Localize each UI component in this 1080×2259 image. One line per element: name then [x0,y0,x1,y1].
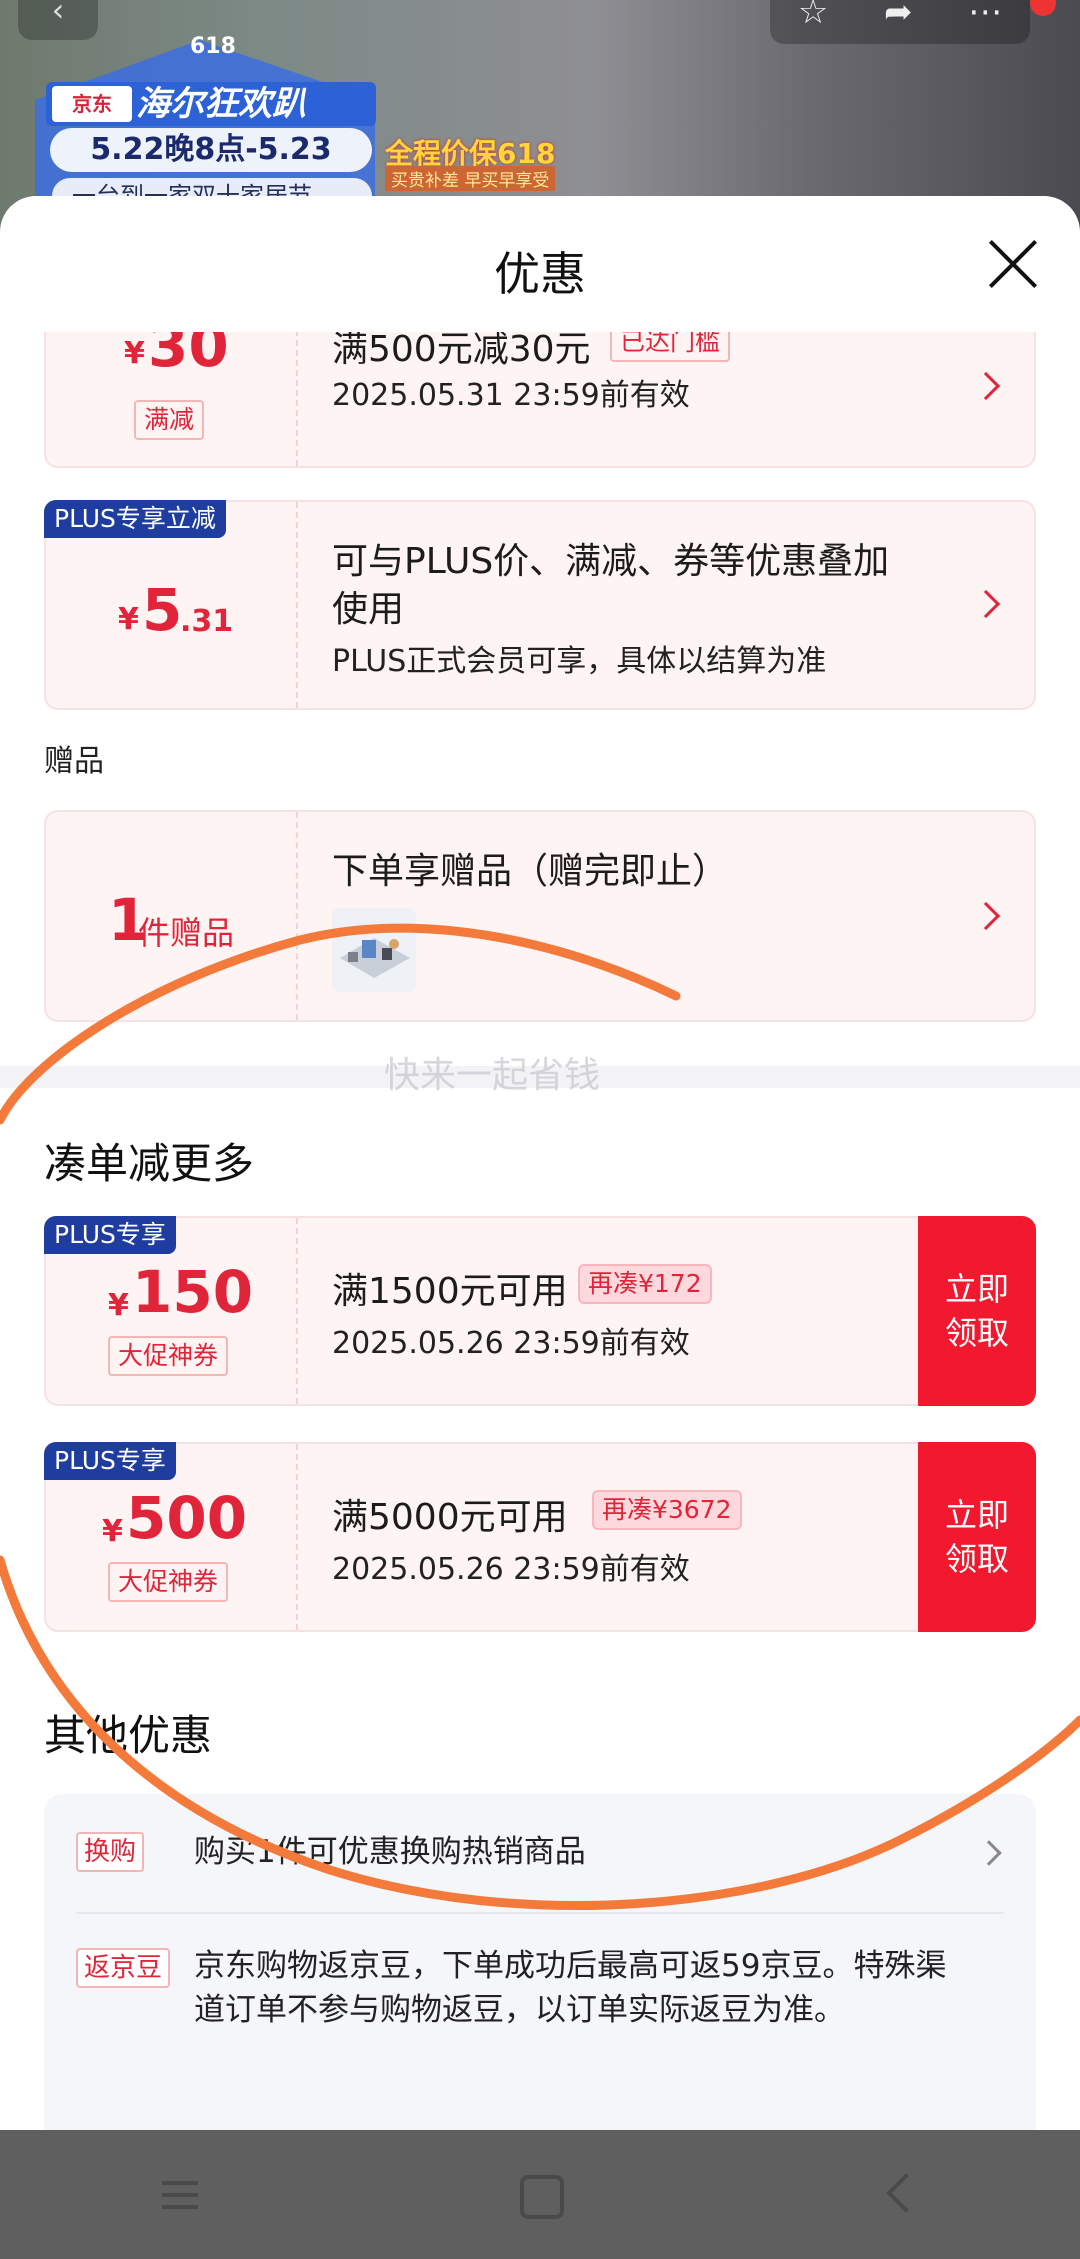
star-icon[interactable]: ☆ [798,0,828,32]
coupon-validity: 2025.05.26 23:59前有效 [332,1552,690,1587]
threshold-reached-tag: 已达门槛 [610,332,731,362]
price-protect-sub: 买贵补差 早买早享受 [385,166,556,191]
discount-sheet: 优惠 ¥ 30 满减 满500元减30元 已达门槛 2025.05.31 23:… [0,196,1080,2130]
trade-in-text: 购买1件可优惠换购热销商品 [194,1834,586,1870]
amount-symbol: ¥ [118,602,139,637]
more-icon[interactable]: ⋯ [968,0,1002,32]
jd-beans-tag: 返京豆 [76,1948,171,1988]
header-actions: ☆ ➦ ⋯ [770,0,1030,44]
coupon-validity: 2025.05.26 23:59前有效 [332,1326,690,1361]
trade-in-row[interactable]: 换购 购买1件可优惠换购热销商品 [76,1830,1004,1890]
home-icon[interactable] [500,2155,580,2235]
coupon-card-plus-discount[interactable]: PLUS专享立减 ¥ 5 .31 可与PLUS价、满减、券等优惠叠加 使用 PL… [44,500,1036,710]
claim-button-line1: 立即 [944,1270,1009,1308]
notification-dot [1030,0,1056,16]
bundle-coupon-card[interactable]: PLUS专享 ¥ 150 大促神券 满1500元可用 再凑¥172 2025.0… [44,1216,1036,1406]
gift-card[interactable]: 1 件赠品 下单享赠品（赠完即止） [44,810,1036,1022]
coupon-left: ¥ 30 满减 [46,332,298,466]
other-discounts-box: 换购 购买1件可优惠换购热销商品 返京豆 京东购物返京豆，下单成功后最高可返59… [44,1794,1036,2130]
chevron-right-icon [971,589,1001,619]
coupon-condition: 满500元减30元 [332,332,591,370]
gift-product-image [332,908,416,992]
chevron-right-icon [971,371,1001,401]
bundle-section-title: 凑单减更多 [44,1139,255,1188]
coupon-amount: 5 [142,576,183,644]
amount-symbol: ¥ [124,336,145,371]
coupon-validity: 2025.05.31 23:59前有效 [332,378,690,413]
claim-button[interactable]: 立即 领取 [918,1216,1036,1406]
gift-count-unit: 件赠品 [138,914,235,952]
coupon-condition: 满5000元可用 [332,1497,568,1538]
trade-in-tag: 换购 [76,1832,145,1872]
amount-symbol: ¥ [102,1514,123,1549]
discount-list[interactable]: ¥ 30 满减 满500元减30元 已达门槛 2025.05.31 23:59前… [0,332,1080,2130]
coupon-type-tag: 满减 [134,400,205,440]
coupon-amount: 150 [132,1258,254,1326]
back-icon[interactable] [860,2155,940,2235]
coupon-type-tag: 大促神券 [108,1562,229,1602]
coupon-amount: 30 [148,332,229,380]
fill-up-tag: 再凑¥3672 [592,1490,742,1530]
claim-button[interactable]: 立即 领取 [918,1442,1036,1632]
coupon-note: PLUS正式会员可享，具体以结算为准 [332,644,827,679]
gift-left: 1 件赠品 [46,812,298,1020]
system-navigation-bar [0,2130,1080,2259]
coupon-left: ¥ 5 .31 [46,502,298,708]
bundle-coupon-card[interactable]: PLUS专享 ¥ 500 大促神券 满5000元可用 再凑¥3672 2025.… [44,1442,1036,1632]
other-section-title: 其他优惠 [44,1711,213,1760]
coupon-description: 可与PLUS价、满减、券等优惠叠加 [332,541,890,582]
coupon-amount-decimal: .31 [180,604,234,639]
claim-button-line2: 领取 [944,1314,1009,1352]
coupon-left: ¥ 150 大促神券 [46,1218,298,1404]
fill-up-tag: 再凑¥172 [578,1264,712,1304]
coupon-type-tag: 大促神券 [108,1336,229,1376]
close-icon[interactable] [984,236,1040,292]
share-icon[interactable]: ➦ [884,0,913,32]
coupon-condition: 满1500元可用 [332,1271,568,1312]
coupon-amount: 500 [126,1484,248,1552]
row-divider [76,1912,1004,1914]
jd-logo: 京东 [52,86,132,122]
sheet-title: 优惠 [494,247,586,301]
gift-section-label: 赠品 [44,744,104,779]
event-date: 5.22晚8点-5.23 [50,128,372,172]
coupon-card-full-reduction[interactable]: ¥ 30 满减 满500元减30元 已达门槛 2025.05.31 23:59前… [44,332,1036,468]
amount-symbol: ¥ [108,1288,129,1323]
menu-icon[interactable] [140,2155,220,2235]
chevron-right-icon [976,1840,1002,1866]
gift-description: 下单享赠品（赠完即止） [332,851,729,892]
chevron-right-icon [971,901,1001,931]
event-618-badge: 618 [190,34,236,59]
jd-beans-row: 返京豆 京东购物返京豆，下单成功后最高可返59京豆。特殊渠道订单不参与购物返豆，… [76,1944,1004,2084]
claim-button-line2: 领取 [944,1540,1009,1578]
coupon-left: ¥ 500 大促神券 [46,1444,298,1630]
watermark: 快来一起省钱 [384,1055,601,1096]
coupon-description-line2: 使用 [332,589,405,630]
jd-beans-text: 京东购物返京豆，下单成功后最高可返59京豆。特殊渠道订单不参与购物返豆，以订单实… [194,1948,947,2028]
claim-button-line1: 立即 [944,1496,1009,1534]
